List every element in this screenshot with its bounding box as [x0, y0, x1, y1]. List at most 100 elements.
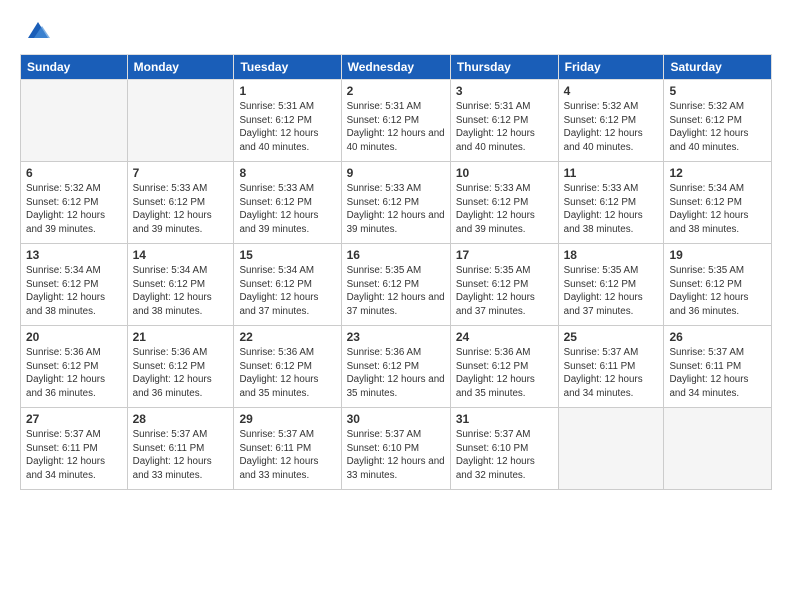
- calendar-cell: 14 Sunrise: 5:34 AM Sunset: 6:12 PM Dayli…: [127, 244, 234, 326]
- day-number: 6: [26, 166, 122, 180]
- day-info: Sunrise: 5:36 AM Sunset: 6:12 PM Dayligh…: [239, 346, 335, 401]
- day-number: 5: [669, 84, 766, 98]
- weekday-header-wednesday: Wednesday: [341, 55, 450, 80]
- day-info: Sunrise: 5:36 AM Sunset: 6:12 PM Dayligh…: [347, 346, 445, 401]
- day-info: Sunrise: 5:33 AM Sunset: 6:12 PM Dayligh…: [239, 182, 335, 237]
- day-number: 8: [239, 166, 335, 180]
- calendar-cell: 25 Sunrise: 5:37 AM Sunset: 6:11 PM Dayli…: [558, 326, 664, 408]
- day-number: 4: [564, 84, 659, 98]
- day-number: 24: [456, 330, 553, 344]
- calendar-cell: 21 Sunrise: 5:36 AM Sunset: 6:12 PM Dayli…: [127, 326, 234, 408]
- weekday-header-sunday: Sunday: [21, 55, 128, 80]
- calendar-cell: 16 Sunrise: 5:35 AM Sunset: 6:12 PM Dayli…: [341, 244, 450, 326]
- day-number: 31: [456, 412, 553, 426]
- calendar-cell: [664, 408, 772, 490]
- day-number: 19: [669, 248, 766, 262]
- day-number: 9: [347, 166, 445, 180]
- calendar-cell: 4 Sunrise: 5:32 AM Sunset: 6:12 PM Daylig…: [558, 80, 664, 162]
- calendar-cell: 24Sunrise: 5:36 AM Sunset: 6:12 PM Dayli…: [450, 326, 558, 408]
- day-info: Sunrise: 5:35 AM Sunset: 6:12 PM Dayligh…: [347, 264, 445, 319]
- day-number: 26: [669, 330, 766, 344]
- day-info: Sunrise: 5:33 AM Sunset: 6:12 PM Dayligh…: [347, 182, 445, 237]
- calendar-cell: 7 Sunrise: 5:33 AM Sunset: 6:12 PM Daylig…: [127, 162, 234, 244]
- day-info: Sunrise: 5:34 AM Sunset: 6:12 PM Dayligh…: [133, 264, 229, 319]
- calendar-cell: [21, 80, 128, 162]
- day-info: Sunrise: 5:34 AM Sunset: 6:12 PM Dayligh…: [239, 264, 335, 319]
- calendar-header-row: SundayMondayTuesdayWednesdayThursdayFrid…: [21, 55, 772, 80]
- weekday-header-friday: Friday: [558, 55, 664, 80]
- calendar-cell: 28 Sunrise: 5:37 AM Sunset: 6:11 PM Dayli…: [127, 408, 234, 490]
- day-info: Sunrise: 5:33 AM Sunset: 6:12 PM Dayligh…: [564, 182, 659, 237]
- day-number: 18: [564, 248, 659, 262]
- day-number: 22: [239, 330, 335, 344]
- calendar-cell: 29 Sunrise: 5:37 AM Sunset: 6:11 PM Dayli…: [234, 408, 341, 490]
- day-info: Sunrise: 5:36 AM Sunset: 6:12 PM Dayligh…: [133, 346, 229, 401]
- day-number: 28: [133, 412, 229, 426]
- calendar-cell: 15 Sunrise: 5:34 AM Sunset: 6:12 PM Dayli…: [234, 244, 341, 326]
- day-info: Sunrise: 5:37 AM Sunset: 6:11 PM Dayligh…: [239, 428, 335, 483]
- day-number: 12: [669, 166, 766, 180]
- day-info: Sunrise: 5:32 AM Sunset: 6:12 PM Dayligh…: [564, 100, 659, 155]
- calendar-week-row: 20 Sunrise: 5:36 AM Sunset: 6:12 PM Dayli…: [21, 326, 772, 408]
- day-number: 15: [239, 248, 335, 262]
- calendar-cell: 17 Sunrise: 5:35 AM Sunset: 6:12 PM Dayli…: [450, 244, 558, 326]
- day-info: Sunrise: 5:37 AM Sunset: 6:11 PM Dayligh…: [26, 428, 122, 483]
- day-number: 23: [347, 330, 445, 344]
- calendar-cell: 8 Sunrise: 5:33 AM Sunset: 6:12 PM Daylig…: [234, 162, 341, 244]
- weekday-header-tuesday: Tuesday: [234, 55, 341, 80]
- calendar-cell: 10Sunrise: 5:33 AM Sunset: 6:12 PM Dayli…: [450, 162, 558, 244]
- weekday-header-monday: Monday: [127, 55, 234, 80]
- day-number: 14: [133, 248, 229, 262]
- day-info: Sunrise: 5:35 AM Sunset: 6:12 PM Dayligh…: [564, 264, 659, 319]
- day-number: 3: [456, 84, 553, 98]
- day-info: Sunrise: 5:37 AM Sunset: 6:10 PM Dayligh…: [347, 428, 445, 483]
- calendar-cell: 12 Sunrise: 5:34 AM Sunset: 6:12 PM Dayli…: [664, 162, 772, 244]
- calendar-cell: 13Sunrise: 5:34 AM Sunset: 6:12 PM Dayli…: [21, 244, 128, 326]
- day-number: 13: [26, 248, 122, 262]
- calendar-cell: 2 Sunrise: 5:31 AM Sunset: 6:12 PM Daylig…: [341, 80, 450, 162]
- day-number: 17: [456, 248, 553, 262]
- day-number: 1: [239, 84, 335, 98]
- day-number: 21: [133, 330, 229, 344]
- calendar-cell: 9 Sunrise: 5:33 AM Sunset: 6:12 PM Daylig…: [341, 162, 450, 244]
- day-info: Sunrise: 5:31 AM Sunset: 6:12 PM Dayligh…: [456, 100, 553, 155]
- day-number: 16: [347, 248, 445, 262]
- calendar-cell: 6Sunrise: 5:32 AM Sunset: 6:12 PM Daylig…: [21, 162, 128, 244]
- page: SundayMondayTuesdayWednesdayThursdayFrid…: [0, 0, 792, 612]
- day-info: Sunrise: 5:31 AM Sunset: 6:12 PM Dayligh…: [347, 100, 445, 155]
- calendar-cell: [127, 80, 234, 162]
- day-info: Sunrise: 5:37 AM Sunset: 6:11 PM Dayligh…: [564, 346, 659, 401]
- day-number: 7: [133, 166, 229, 180]
- weekday-header-saturday: Saturday: [664, 55, 772, 80]
- day-info: Sunrise: 5:35 AM Sunset: 6:12 PM Dayligh…: [456, 264, 553, 319]
- calendar-cell: 19Sunrise: 5:35 AM Sunset: 6:12 PM Dayli…: [664, 244, 772, 326]
- day-info: Sunrise: 5:32 AM Sunset: 6:12 PM Dayligh…: [669, 100, 766, 155]
- calendar-week-row: 1 Sunrise: 5:31 AM Sunset: 6:12 PM Daylig…: [21, 80, 772, 162]
- day-info: Sunrise: 5:34 AM Sunset: 6:12 PM Dayligh…: [669, 182, 766, 237]
- calendar-table: SundayMondayTuesdayWednesdayThursdayFrid…: [20, 54, 772, 490]
- day-info: Sunrise: 5:37 AM Sunset: 6:11 PM Dayligh…: [133, 428, 229, 483]
- logo: [20, 16, 52, 44]
- day-info: Sunrise: 5:33 AM Sunset: 6:12 PM Dayligh…: [133, 182, 229, 237]
- header: [20, 16, 772, 44]
- day-number: 29: [239, 412, 335, 426]
- day-number: 30: [347, 412, 445, 426]
- calendar-cell: 26Sunrise: 5:37 AM Sunset: 6:11 PM Dayli…: [664, 326, 772, 408]
- calendar-week-row: 13 Sunrise: 5:34 AM Sunset: 6:12 PM Dayli…: [21, 244, 772, 326]
- day-info: Sunrise: 5:36 AM Sunset: 6:12 PM Dayligh…: [26, 346, 122, 401]
- day-info: Sunrise: 5:33 AM Sunset: 6:12 PM Dayligh…: [456, 182, 553, 237]
- calendar-cell: [558, 408, 664, 490]
- day-number: 25: [564, 330, 659, 344]
- day-number: 27: [26, 412, 122, 426]
- day-number: 20: [26, 330, 122, 344]
- day-info: Sunrise: 5:31 AM Sunset: 6:12 PM Dayligh…: [239, 100, 335, 155]
- calendar-week-row: 27 Sunrise: 5:37 AM Sunset: 6:11 PM Dayli…: [21, 408, 772, 490]
- calendar-cell: 27 Sunrise: 5:37 AM Sunset: 6:11 PM Dayli…: [21, 408, 128, 490]
- day-number: 2: [347, 84, 445, 98]
- calendar-cell: 30 Sunrise: 5:37 AM Sunset: 6:10 PM Dayli…: [341, 408, 450, 490]
- day-info: Sunrise: 5:37 AM Sunset: 6:10 PM Dayligh…: [456, 428, 553, 483]
- calendar-cell: 31 Sunrise: 5:37 AM Sunset: 6:10 PM Dayli…: [450, 408, 558, 490]
- day-number: 11: [564, 166, 659, 180]
- calendar-cell: 5 Sunrise: 5:32 AM Sunset: 6:12 PM Daylig…: [664, 80, 772, 162]
- calendar-cell: 20 Sunrise: 5:36 AM Sunset: 6:12 PM Dayli…: [21, 326, 128, 408]
